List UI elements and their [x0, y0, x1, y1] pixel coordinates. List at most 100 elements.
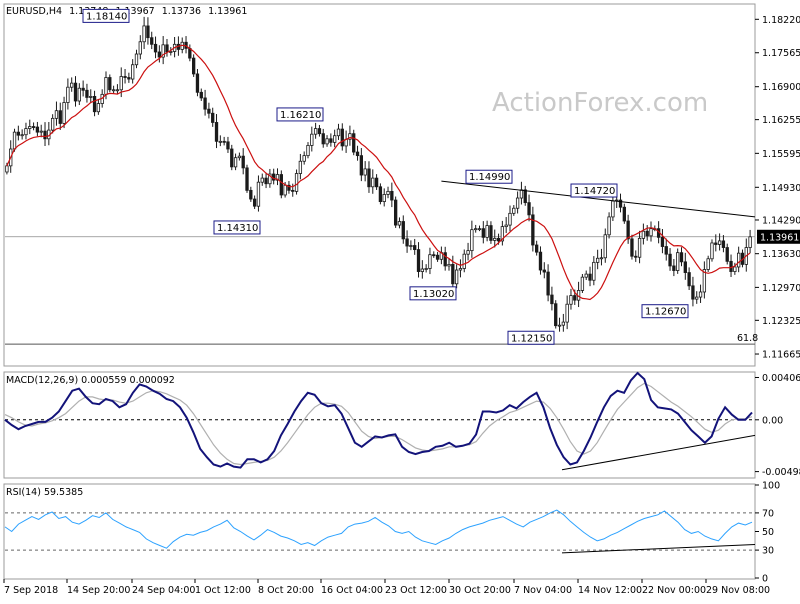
candle-body	[428, 254, 432, 269]
candle-body	[20, 134, 24, 137]
candle-body	[504, 224, 508, 228]
price-ytick-label: 1.16255	[762, 115, 800, 126]
candle-body	[592, 261, 596, 281]
x-tick-label: 7 Sep 2018	[4, 585, 58, 596]
candle-body	[66, 86, 70, 103]
x-tick-label: 24 Sep 04:00	[132, 585, 195, 596]
candle-body	[249, 189, 253, 200]
candle-body	[550, 294, 554, 305]
candle-body	[115, 89, 120, 92]
last-price-tag-label: 1.13961	[760, 232, 799, 243]
macd-title: MACD(12,26,9) 0.000559 0.000092	[6, 375, 175, 386]
price-ytick-label: 1.12325	[762, 316, 800, 327]
candle-body	[58, 110, 62, 124]
candle-body	[721, 240, 726, 248]
candle-body	[146, 25, 150, 39]
candle-body	[108, 77, 112, 91]
last-price-tag: 1.13961	[757, 229, 800, 244]
candle-body	[382, 194, 386, 202]
candle-body	[420, 268, 424, 272]
x-axis: 7 Sep 2018 14 Sep 20:00 24 Sep 04:00 1 Oct …	[3, 579, 770, 596]
candle-body	[302, 155, 306, 162]
candle-body	[77, 87, 81, 102]
candle-body	[451, 264, 455, 285]
candle-body	[54, 110, 59, 119]
candle-body	[393, 199, 398, 226]
candle-body	[211, 112, 215, 123]
x-tick-label: 7 Nov 04:00	[514, 585, 572, 596]
candle-body	[89, 96, 93, 98]
candle-body	[580, 276, 585, 291]
candle-body	[489, 225, 493, 241]
candle-body	[50, 117, 55, 131]
price-ytick-label: 1.13630	[762, 249, 800, 260]
candle-body	[729, 260, 733, 272]
candle-body	[493, 237, 497, 241]
candle-body	[630, 238, 634, 257]
candle-body	[62, 102, 66, 124]
price-annotation-label: 1.18140	[86, 11, 127, 22]
price-annotation-label: 1.13020	[413, 289, 454, 300]
x-tick-label: 29 Nov 08:00	[706, 585, 770, 596]
rsi-y-axis: 100 70 50 30 0	[755, 481, 780, 585]
candle-body	[237, 155, 242, 159]
candle-body	[207, 108, 211, 114]
candle-body	[676, 252, 680, 271]
candle-body	[28, 126, 32, 129]
candle-body	[43, 130, 47, 140]
candle-body	[588, 273, 592, 281]
candle-body	[485, 225, 489, 238]
x-tick-label: 16 Oct 04:00	[321, 585, 383, 596]
candle-body	[626, 220, 630, 240]
rsi-ytick-label: 0	[762, 574, 768, 585]
candle-body	[165, 44, 169, 53]
candle-body	[599, 257, 604, 260]
candle-body	[496, 237, 501, 242]
candle-body	[222, 140, 226, 143]
candle-body	[416, 249, 421, 272]
candle-body	[710, 242, 714, 260]
candle-body	[717, 240, 722, 245]
candle-body	[12, 131, 17, 150]
candle-body	[313, 128, 318, 135]
candle-body	[447, 264, 451, 267]
watermark: ActionForex.com	[492, 88, 708, 118]
candle-body	[470, 229, 474, 252]
candle-body	[218, 140, 222, 143]
candle-body	[569, 295, 573, 305]
candle-body	[538, 251, 543, 271]
candle-body	[698, 291, 703, 298]
price-annotation-label: 1.14310	[217, 223, 258, 234]
candle-body	[283, 184, 287, 196]
x-tick-label: 22 Nov 00:00	[642, 585, 706, 596]
price-annotation-label: 1.14720	[574, 186, 615, 197]
candle-body	[298, 160, 303, 174]
candle-body	[714, 242, 718, 245]
chart-root: ActionForex.com EURUSD,H4 1.13748 1.1396…	[0, 0, 800, 600]
candle-body	[679, 252, 684, 263]
candle-body	[733, 266, 737, 272]
candle-body	[203, 97, 207, 110]
candle-body	[123, 76, 127, 78]
candle-body	[336, 128, 341, 137]
candle-body	[584, 273, 588, 278]
candle-body	[291, 189, 295, 192]
candle-body	[554, 303, 558, 327]
candle-body	[294, 173, 299, 192]
candle-body	[24, 128, 28, 136]
candle-body	[150, 37, 154, 45]
candle-body	[92, 96, 97, 113]
candle-body	[649, 228, 653, 237]
candle-body	[317, 128, 322, 135]
rsi-ytick-label: 30	[762, 546, 774, 557]
header-close: 1.13961	[208, 6, 247, 17]
candle-body	[672, 265, 676, 271]
x-tick-label: 1 Oct 12:00	[195, 585, 251, 596]
candle-body	[264, 177, 268, 185]
candle-body	[561, 321, 566, 326]
candle-body	[340, 128, 344, 147]
candle-body	[256, 181, 261, 207]
candle-body	[169, 51, 173, 53]
candle-body	[622, 206, 626, 222]
candle-body	[390, 190, 394, 201]
